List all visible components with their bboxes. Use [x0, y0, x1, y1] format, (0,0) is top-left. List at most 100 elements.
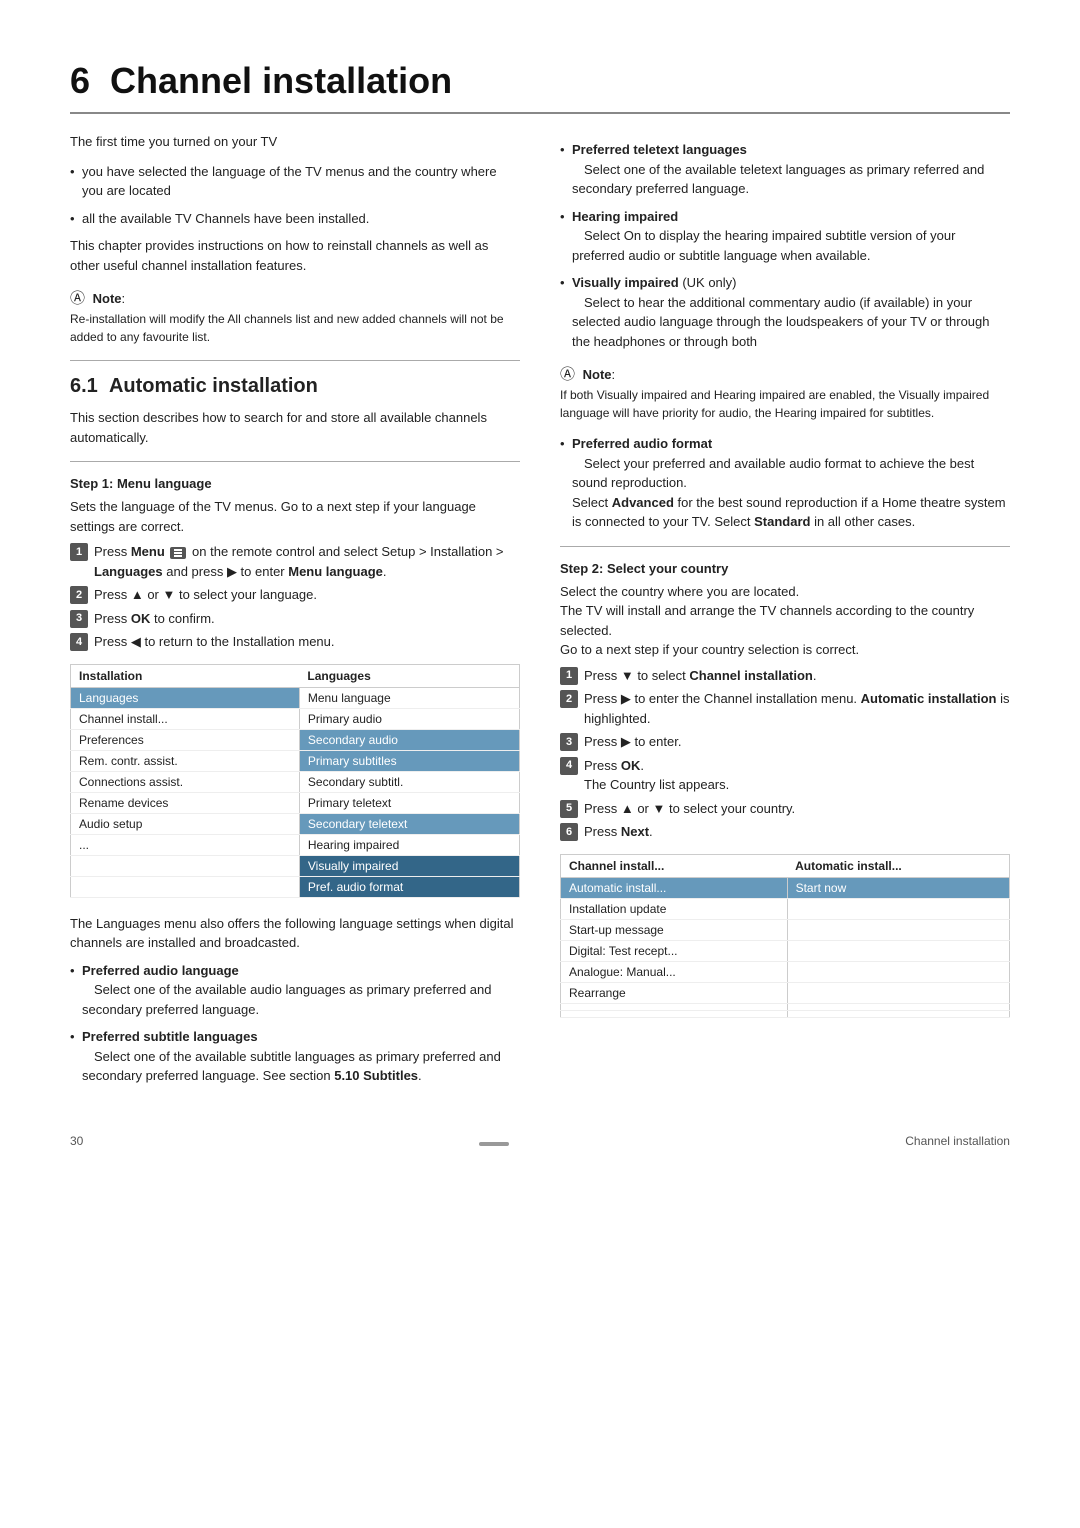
install-table-row: Visually impaired — [71, 855, 520, 876]
step2-item-4: 4 Press OK.The Country list appears. — [560, 756, 1010, 795]
installation-languages-table: Installation Languages LanguagesMenu lan… — [70, 664, 520, 898]
section1-intro: This section describes how to search for… — [70, 408, 520, 447]
channel-table-row: Start-up message — [561, 919, 1010, 940]
install-table-cell-right: Primary teletext — [299, 792, 519, 813]
channel-table-row: Rearrange — [561, 982, 1010, 1003]
step2-badge-5: 5 — [560, 800, 578, 818]
pref-audio-format-text: Select your preferred and available audi… — [572, 456, 1006, 530]
note-block-2: Ⓐ Note: If both Visually impaired and He… — [560, 363, 1010, 422]
install-table-cell-left: Languages — [71, 687, 300, 708]
note-label-2: Note — [583, 367, 612, 382]
channel-table-row: Installation update — [561, 898, 1010, 919]
hearing-impaired-text: Select On to display the hearing impaire… — [572, 228, 955, 263]
install-table-cell-left — [71, 855, 300, 876]
channel-table-cell-left: Analogue: Manual... — [561, 961, 788, 982]
install-table-cell-left: Channel install... — [71, 708, 300, 729]
intro-line1: The first time you turned on your TV — [70, 132, 520, 152]
install-table-cell-right: Primary subtitles — [299, 750, 519, 771]
install-table-row: Rem. contr. assist.Primary subtitles — [71, 750, 520, 771]
channel-table-row — [561, 1003, 1010, 1010]
channel-col1-header: Channel install... — [561, 854, 788, 877]
channel-table-cell-left: Automatic install... — [561, 877, 788, 898]
note-text-2: If both Visually impaired and Hearing im… — [560, 386, 1010, 422]
step2-text-3: Press ▶ to enter. — [584, 732, 681, 752]
pref-teletext-text: Select one of the available teletext lan… — [572, 162, 984, 197]
install-table-cell-left: ... — [71, 834, 300, 855]
step2-line1: Select the country where you are located… — [560, 582, 1010, 660]
step2-text-5: Press ▲ or ▼ to select your country. — [584, 799, 795, 819]
pref-audio-format-bullet: Preferred audio format Select your prefe… — [560, 434, 1010, 532]
intro-line2: This chapter provides instructions on ho… — [70, 236, 520, 275]
step1-item-1: 1 Press Menu on the remote control and s… — [70, 542, 520, 581]
note-label-1: Note — [93, 291, 122, 306]
visually-impaired-text: Select to hear the additional commentary… — [572, 295, 990, 349]
section-title-1: 6.1 Automatic installation — [70, 375, 520, 398]
step2-heading: Step 2: Select your country — [560, 561, 1010, 576]
footer-indicator — [479, 1142, 509, 1146]
step2-text-1: Press ▼ to select Channel installation. — [584, 666, 817, 686]
footer-chapter-label: Channel installation — [905, 1134, 1010, 1148]
note-text-1: Re-installation will modify the All chan… — [70, 310, 520, 346]
install-table-cell-right: Secondary subtitl. — [299, 771, 519, 792]
channel-table-cell-left — [561, 1010, 788, 1017]
left-column: The first time you turned on your TV you… — [70, 132, 520, 1094]
channel-table-cell-left: Digital: Test recept... — [561, 940, 788, 961]
channel-table-cell-right — [787, 919, 1009, 940]
pref-audio-lang-text: Select one of the available audio langua… — [82, 982, 491, 1017]
pref-teletext-bullet: Preferred teletext languages Select one … — [560, 140, 1010, 199]
install-table-row: Audio setupSecondary teletext — [71, 813, 520, 834]
channel-table-cell-right — [787, 1003, 1009, 1010]
pref-subtitle-lang-bullet: Preferred subtitle languages Select one … — [70, 1027, 520, 1086]
install-table-cell-right: Secondary teletext — [299, 813, 519, 834]
install-table-cell-right: Primary audio — [299, 708, 519, 729]
note-icon-1: Ⓐ — [70, 287, 85, 308]
channel-table-row — [561, 1010, 1010, 1017]
step1-badge-1: 1 — [70, 543, 88, 561]
intro-bullet-2: all the available TV Channels have been … — [70, 209, 520, 229]
install-table-cell-left: Connections assist. — [71, 771, 300, 792]
install-table-cell-right: Pref. audio format — [299, 876, 519, 897]
note-block-1: Ⓐ Note: Re-installation will modify the … — [70, 287, 520, 346]
languages-extra-bullets: Preferred audio language Select one of t… — [70, 961, 520, 1086]
right-bullets-1: Preferred teletext languages Select one … — [560, 140, 1010, 351]
install-table-cell-left: Rem. contr. assist. — [71, 750, 300, 771]
step2-item-3: 3 Press ▶ to enter. — [560, 732, 1010, 752]
install-table-row: ...Hearing impaired — [71, 834, 520, 855]
hearing-impaired-bullet: Hearing impaired Select On to display th… — [560, 207, 1010, 266]
install-table-cell-left: Audio setup — [71, 813, 300, 834]
chapter-title: 6 Channel installation — [70, 60, 1010, 114]
channel-table-cell-right — [787, 940, 1009, 961]
step1-text-3: Press OK to confirm. — [94, 609, 215, 629]
channel-table-row: Analogue: Manual... — [561, 961, 1010, 982]
channel-table-cell-left — [561, 1003, 788, 1010]
step1-text-2: Press ▲ or ▼ to select your language. — [94, 585, 317, 605]
install-table-cell-right: Hearing impaired — [299, 834, 519, 855]
install-table-row: PreferencesSecondary audio — [71, 729, 520, 750]
step2-item-2: 2 Press ▶ to enter the Channel installat… — [560, 689, 1010, 728]
visually-impaired-suffix: (UK only) — [682, 275, 736, 290]
step1-desc: Sets the language of the TV menus. Go to… — [70, 497, 520, 536]
hearing-impaired-title: Hearing impaired — [572, 209, 678, 224]
install-table-cell-left: Preferences — [71, 729, 300, 750]
visually-impaired-bullet: Visually impaired (UK only) Select to he… — [560, 273, 1010, 351]
page-container: 6 Channel installation The first time yo… — [70, 60, 1010, 1148]
install-table-row: Channel install...Primary audio — [71, 708, 520, 729]
step2-item-5: 5 Press ▲ or ▼ to select your country. — [560, 799, 1010, 819]
step1-item-2: 2 Press ▲ or ▼ to select your language. — [70, 585, 520, 605]
pref-subtitle-lang-text: Select one of the available subtitle lan… — [82, 1049, 501, 1084]
menu-icon — [170, 547, 186, 559]
page-footer: 30 Channel installation — [70, 1134, 1010, 1148]
right-column: Preferred teletext languages Select one … — [560, 132, 1010, 1094]
right-bullets-2: Preferred audio format Select your prefe… — [560, 434, 1010, 532]
install-table-cell-right: Visually impaired — [299, 855, 519, 876]
step1-item-4: 4 Press ◀ to return to the Installation … — [70, 632, 520, 652]
install-table-row: Connections assist.Secondary subtitl. — [71, 771, 520, 792]
channel-table-cell-right: Start now — [787, 877, 1009, 898]
channel-table-cell-right — [787, 961, 1009, 982]
step1-heading: Step 1: Menu language — [70, 476, 520, 491]
step2-numbered-list: 1 Press ▼ to select Channel installation… — [560, 666, 1010, 842]
step2-badge-1: 1 — [560, 667, 578, 685]
install-table-cell-right: Menu language — [299, 687, 519, 708]
step1-badge-4: 4 — [70, 633, 88, 651]
channel-table-cell-right — [787, 1010, 1009, 1017]
